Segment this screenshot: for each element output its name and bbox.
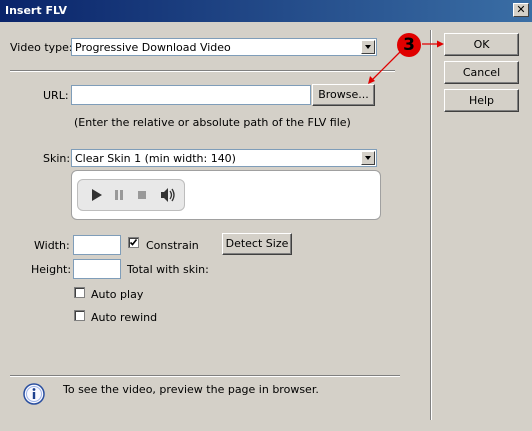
title-bar: Insert FLV ✕: [0, 0, 532, 22]
total-with-skin-label: Total with skin:: [127, 263, 209, 276]
chevron-down-icon[interactable]: [361, 151, 375, 165]
constrain-checkbox[interactable]: [128, 237, 139, 248]
help-button[interactable]: Help: [444, 89, 519, 112]
separator-bottom: [10, 375, 400, 377]
pause-icon: [115, 190, 123, 200]
close-button[interactable]: ✕: [513, 3, 529, 17]
skin-label: Skin:: [43, 152, 71, 165]
info-icon: [23, 383, 45, 405]
annotation-badge: 3: [397, 33, 421, 57]
video-type-select[interactable]: Progressive Download Video: [71, 38, 377, 56]
auto-play-checkbox[interactable]: [74, 287, 85, 298]
annotation-arrow-browse: [371, 51, 401, 81]
volume-icon: [161, 188, 175, 202]
url-label: URL:: [43, 89, 69, 102]
video-type-label: Video type:: [10, 41, 73, 54]
width-input[interactable]: [73, 235, 121, 255]
cancel-button[interactable]: Cancel: [444, 61, 519, 84]
width-label: Width:: [34, 239, 70, 252]
detect-size-button[interactable]: Detect Size: [222, 233, 292, 255]
separator-top: [10, 70, 395, 72]
constrain-label: Constrain: [146, 239, 199, 252]
video-type-value: Progressive Download Video: [75, 41, 231, 54]
auto-play-label: Auto play: [91, 288, 144, 301]
info-text: To see the video, preview the page in br…: [63, 383, 319, 396]
ok-button[interactable]: OK: [444, 33, 519, 56]
skin-preview: [71, 170, 381, 220]
auto-rewind-label: Auto rewind: [91, 311, 158, 324]
url-input[interactable]: [71, 85, 311, 105]
skin-value: Clear Skin 1 (min width: 140): [75, 152, 236, 165]
play-icon: [92, 189, 102, 201]
player-controls-graphic: [92, 188, 175, 202]
checkmark-icon: [129, 239, 138, 246]
skin-select[interactable]: Clear Skin 1 (min width: 140): [71, 149, 377, 167]
url-hint: (Enter the relative or absolute path of …: [74, 116, 351, 129]
height-input[interactable]: [73, 259, 121, 279]
stop-icon: [138, 191, 146, 199]
dialog-title: Insert FLV: [5, 4, 67, 17]
auto-rewind-checkbox[interactable]: [74, 310, 85, 321]
height-label: Height:: [31, 263, 72, 276]
player-controls: [77, 179, 185, 211]
annotation-arrowhead-ok: [437, 40, 444, 48]
